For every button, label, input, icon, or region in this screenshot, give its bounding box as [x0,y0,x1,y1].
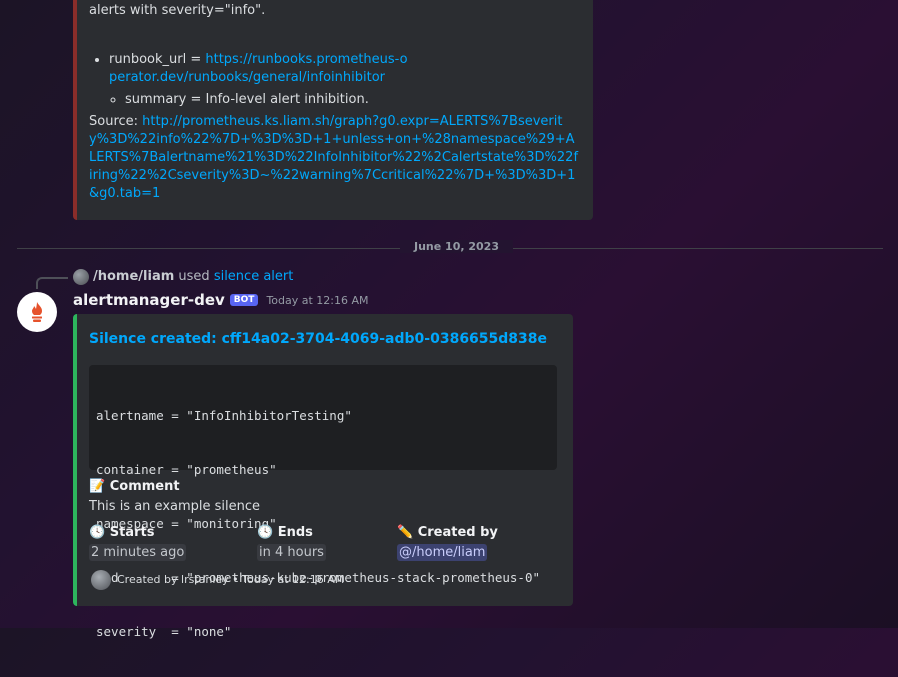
starts-field-value: 2 minutes ago [89,544,187,561]
embed-footer: Created by lrstanley • Today at 12:16 AM [117,573,345,586]
created-by-label: Created by [417,525,498,540]
prometheus-logo-icon [23,298,51,326]
reply-command[interactable]: silence alert [214,269,294,284]
matcher-line: severity = "none" [96,624,232,639]
message-timestamp[interactable]: Today at 12:16 AM [266,294,368,307]
comment-field-name: 📝 Comment [89,479,180,494]
created-by-field-name: ✏️ Created by [397,525,498,540]
bot-username[interactable]: alertmanager-dev [73,291,225,309]
starts-field-name: 🕓 Starts [89,525,154,540]
source-label: Source: [89,114,143,129]
date-divider-label: June 10, 2023 [400,240,513,253]
matchers-codeblock: alertname = "InfoInhibitorTesting" conta… [89,365,557,639]
bot-avatar[interactable] [17,292,57,332]
bot-tag: BOT [229,294,259,306]
source-link[interactable]: http://prometheus.ks.liam.sh/graph?g0.ex… [89,114,578,201]
ends-label: Ends [277,525,313,540]
reply-avatar[interactable] [73,269,89,285]
created-by-field-value: @/home/liam [397,544,488,561]
silence-embed: Silence created: cff14a02-3704-4069-adb0… [73,314,573,639]
reply-used-text: used [174,269,214,284]
ends-field-name: 🕓 Ends [257,525,313,540]
message-header: alertmanager-dev BOT Today at 12:16 AM [73,291,369,309]
embed-list: runbook_url = https://runbooks.prometheu… [91,51,409,109]
starts-value: 2 minutes ago [89,544,187,561]
comment-label: Comment [109,479,180,494]
summary-item: summary = Info-level alert inhibition. [125,91,409,109]
footer-avatar [91,570,111,590]
runbook-label: runbook_url = [109,52,206,67]
clock-icon: 🕓 [257,525,274,540]
comment-field-value: This is an example silence [89,499,261,514]
memo-icon: 📝 [89,479,106,494]
clock-icon: 🕓 [89,525,106,540]
starts-label: Starts [109,525,155,540]
pencil-icon: ✏️ [397,525,414,540]
user-mention[interactable]: @/home/liam [397,544,488,561]
reply-line: /home/liam used silence alert [93,269,293,284]
ends-field-value: in 4 hours [257,544,326,561]
previous-alert-embed: This alert should be routed to a null re… [73,0,593,220]
ends-value: in 4 hours [257,544,326,561]
reply-username[interactable]: /home/liam [93,269,174,284]
runbook-item: runbook_url = https://runbooks.prometheu… [109,51,409,109]
matcher-line: container = "prometheus" [96,462,277,477]
matcher-line: alertname = "InfoInhibitorTesting" [96,408,352,423]
reply-connector [36,277,68,289]
source-line: Source: http://prometheus.ks.liam.sh/gra… [89,113,579,203]
embed-description: This alert should be routed to a null re… [89,3,266,18]
embed-title[interactable]: Silence created: cff14a02-3704-4069-adb0… [89,331,547,347]
